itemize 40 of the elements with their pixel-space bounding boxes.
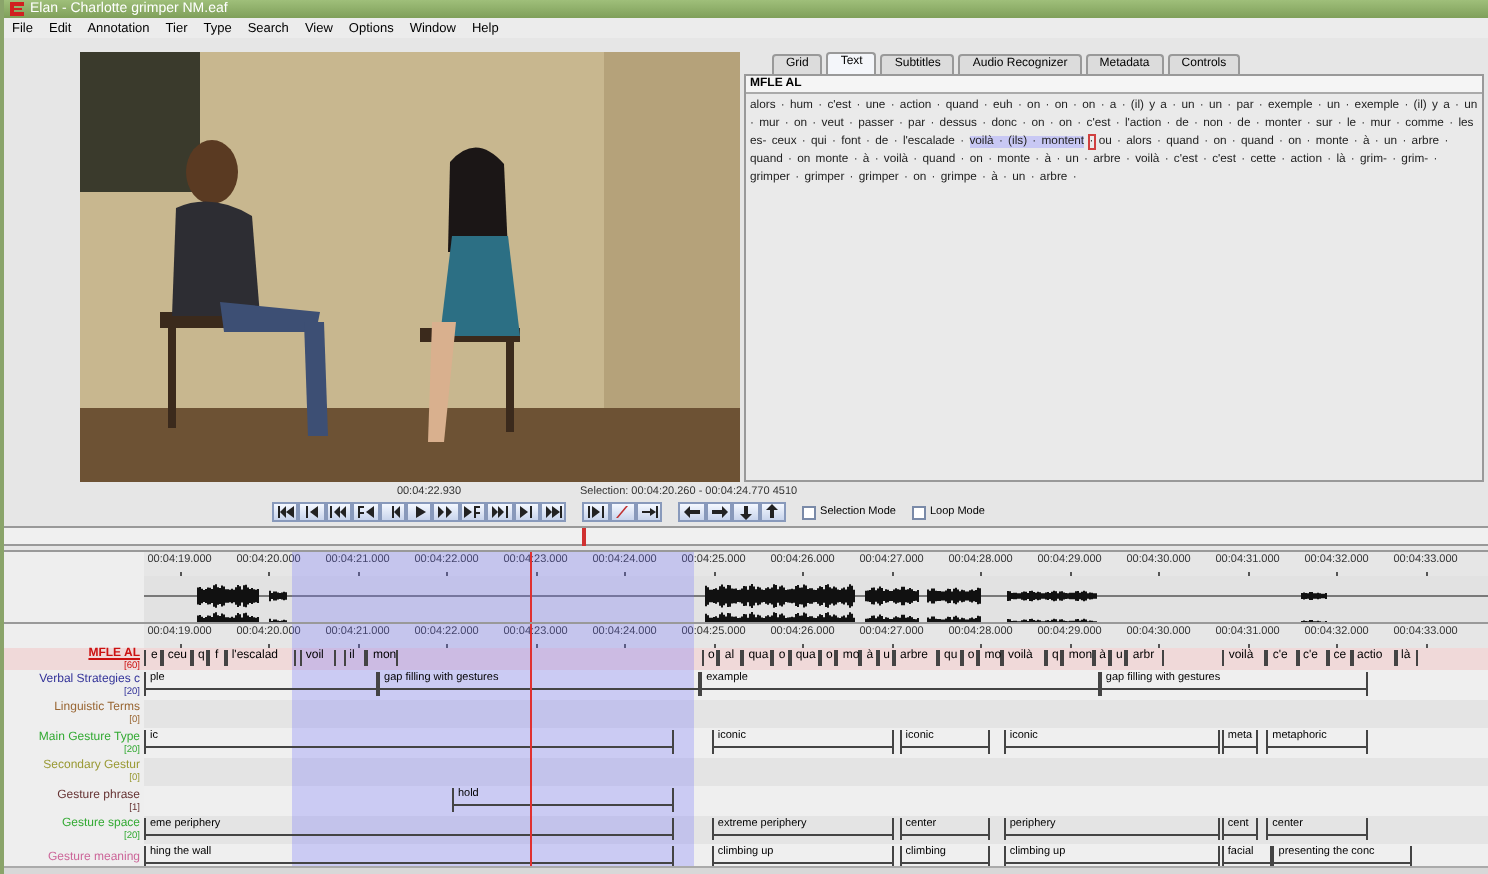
play-selection-button[interactable]: [582, 502, 610, 522]
step-forward-button[interactable]: [513, 502, 540, 522]
selection-boundary-icon: [639, 504, 660, 520]
frame-forward-button[interactable]: [459, 502, 487, 522]
arrow-left-icon: [682, 504, 703, 520]
clear-selection-button[interactable]: [609, 502, 637, 522]
arrow-up-icon: [762, 504, 783, 520]
pixel-forward-button[interactable]: [432, 502, 460, 522]
checkbox[interactable]: [802, 505, 817, 519]
clear-selection-icon: [612, 504, 633, 520]
skip-end-button[interactable]: [539, 502, 567, 522]
arrow-down-icon: [735, 504, 756, 520]
checkbox[interactable]: [911, 505, 926, 519]
arrow-down-button[interactable]: [732, 502, 760, 522]
second-back-button[interactable]: [325, 502, 353, 522]
play-button[interactable]: [405, 502, 433, 522]
second-forward-button[interactable]: [486, 502, 514, 522]
time-slider[interactable]: [4, 526, 1488, 546]
pixel-back-button[interactable]: [379, 502, 406, 522]
arrow-right-button[interactable]: [705, 502, 733, 522]
arrow-left-button[interactable]: [678, 502, 706, 522]
play-selection-icon: [585, 504, 606, 520]
frame-forward-icon: [462, 504, 483, 520]
step-back-button[interactable]: [298, 502, 326, 522]
second-forward-icon: [489, 504, 510, 520]
selection-boundary-button[interactable]: [636, 502, 663, 522]
pixel-forward-icon: [436, 504, 457, 520]
slider-thumb[interactable]: [582, 528, 587, 547]
step-back-icon: [302, 504, 323, 520]
frame-back-button[interactable]: [352, 502, 380, 522]
arrow-up-button[interactable]: [759, 502, 787, 522]
arrow-right-icon: [709, 504, 730, 520]
second-back-icon: [328, 504, 349, 520]
horizontal-scrollbar[interactable]: [4, 866, 1488, 874]
frame-back-icon: [355, 504, 376, 520]
skip-start-icon: [275, 504, 296, 520]
skip-end-icon: [543, 504, 564, 520]
app-icon: [10, 2, 24, 17]
skip-start-button[interactable]: [272, 502, 299, 522]
step-forward-icon: [516, 504, 537, 520]
